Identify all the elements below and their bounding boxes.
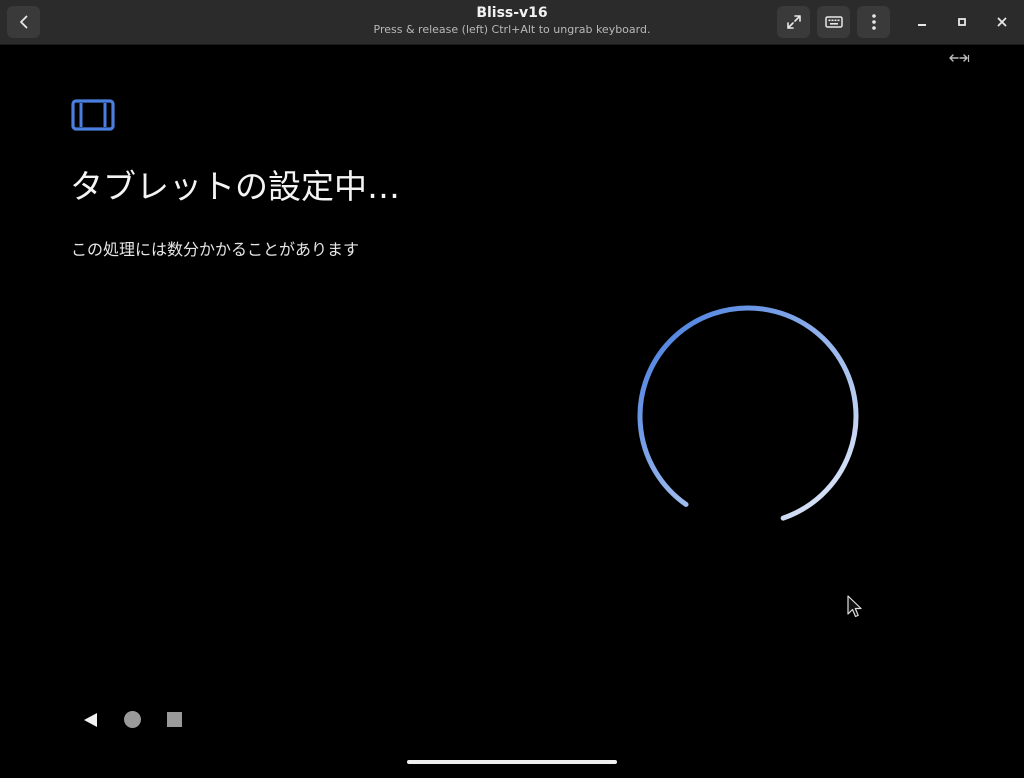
mouse-pointer-icon <box>847 595 862 618</box>
gesture-handle[interactable] <box>407 760 617 764</box>
tablet-icon <box>71 99 115 131</box>
triangle-back-icon[interactable] <box>82 711 100 729</box>
fullscreen-button[interactable] <box>777 6 810 38</box>
spinner-arc <box>637 305 859 521</box>
setup-heading: タブレットの設定中… <box>70 167 400 206</box>
back-button[interactable] <box>7 6 40 38</box>
keyboard-icon <box>824 16 843 28</box>
minimize-button[interactable] <box>910 10 934 34</box>
circle-home-icon[interactable] <box>124 711 141 728</box>
resize-icon <box>949 54 970 62</box>
vm-window: Bliss-v16 Press & release (left) Ctrl+Al… <box>0 0 1024 778</box>
close-icon <box>997 17 1007 27</box>
kebab-menu-icon <box>871 14 876 30</box>
maximize-button[interactable] <box>950 10 974 34</box>
keyboard-button[interactable] <box>817 6 850 38</box>
window-title: Bliss-v16 <box>476 5 548 21</box>
header-bar: Bliss-v16 Press & release (left) Ctrl+Al… <box>0 0 1024 45</box>
title-area: Bliss-v16 Press & release (left) Ctrl+Al… <box>262 4 762 38</box>
loading-spinner <box>637 305 859 521</box>
expand-arrows-icon <box>786 15 801 29</box>
chevron-left-icon <box>19 15 27 29</box>
maximize-icon <box>958 18 966 26</box>
close-button[interactable] <box>990 10 1014 34</box>
menu-button[interactable] <box>857 6 890 38</box>
window-subtitle: Press & release (left) Ctrl+Alt to ungra… <box>373 23 651 36</box>
minimize-icon <box>918 24 926 26</box>
setup-description: この処理には数分かかることがあります <box>71 240 360 259</box>
square-recents-icon[interactable] <box>167 712 182 727</box>
